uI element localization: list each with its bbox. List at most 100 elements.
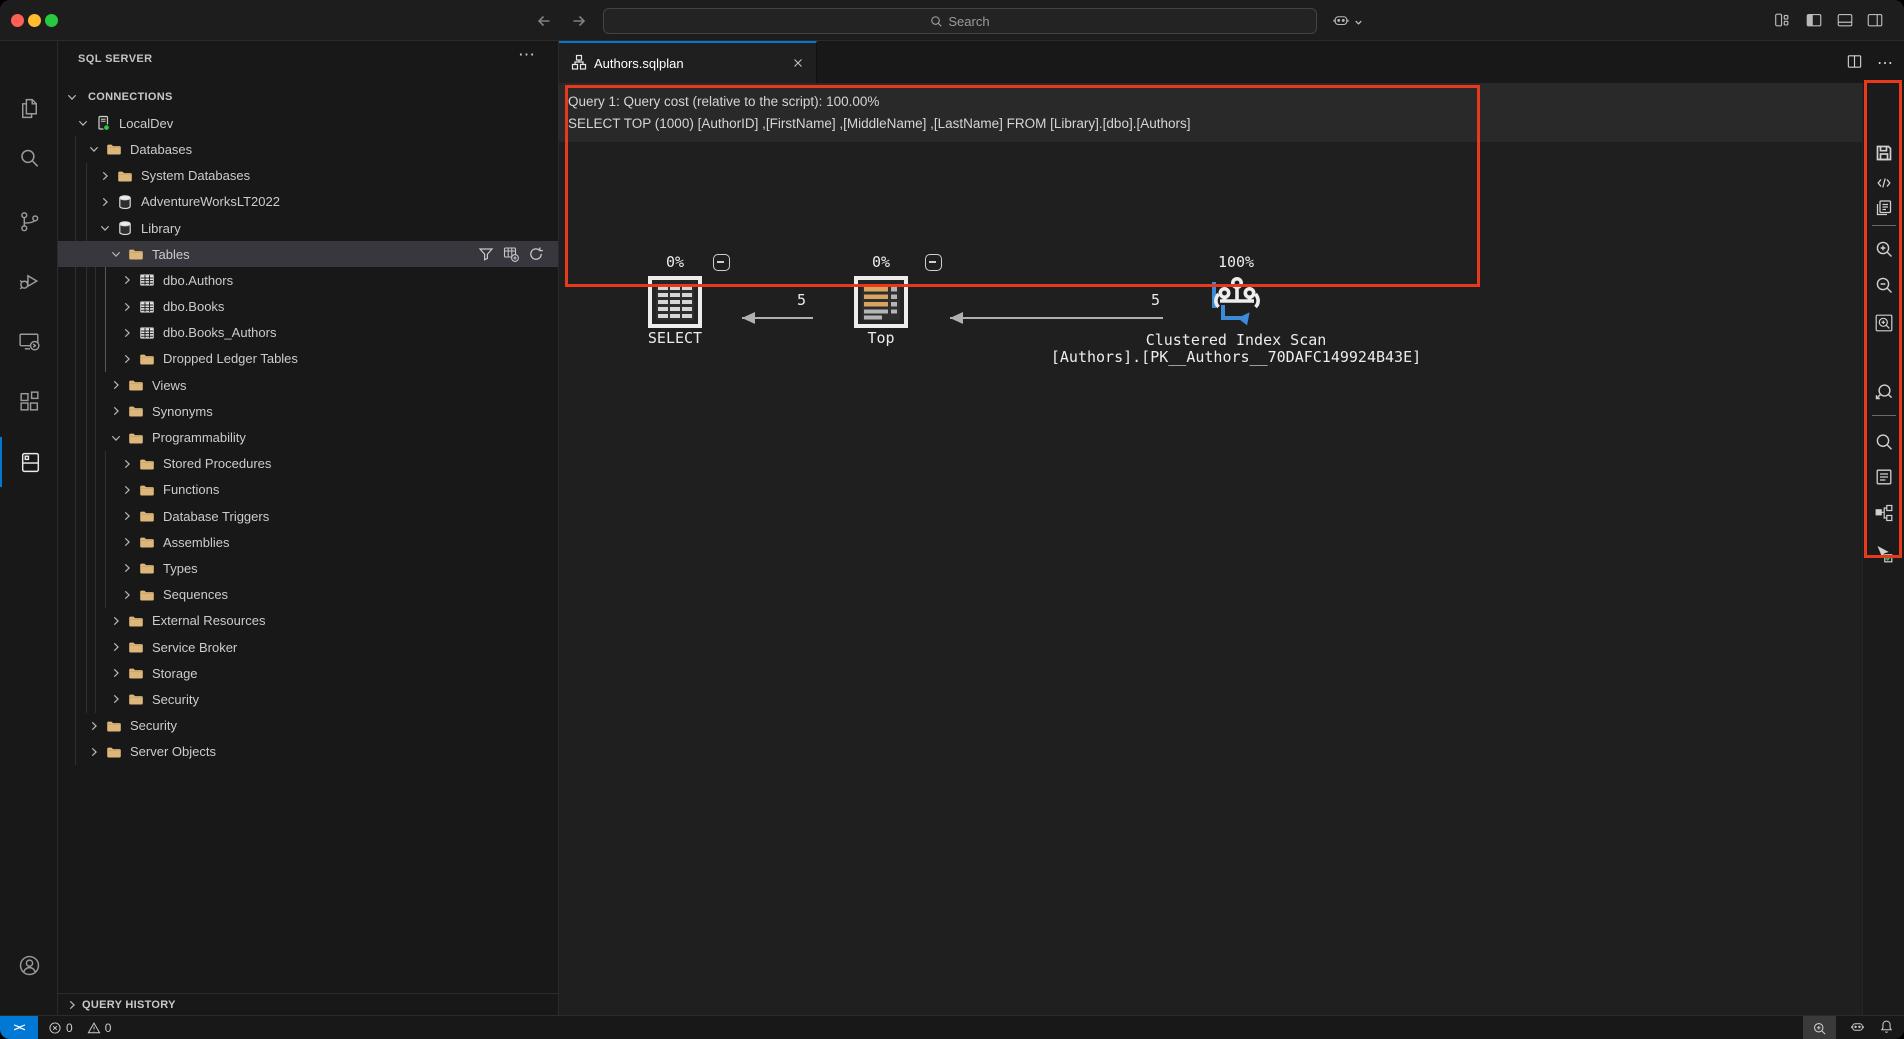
toggle-secondary-sidebar-icon[interactable] <box>1866 11 1884 29</box>
problems-status[interactable]: 0 0 <box>48 1016 111 1039</box>
table-icon <box>139 272 155 288</box>
tree-item-label: Security <box>130 718 177 734</box>
chevron-right-icon <box>119 272 135 288</box>
chevron-right-icon <box>86 744 102 760</box>
new-table-icon[interactable] <box>503 246 519 263</box>
top-operator-icon[interactable] <box>854 276 908 328</box>
query-cost-line: Query 1: Query cost (relative to the scr… <box>568 94 880 109</box>
notifications-bell-icon[interactable] <box>1879 1019 1894 1037</box>
highlight-expensive-operation-icon[interactable] <box>1874 503 1894 523</box>
sql-server-sidebar: SQL SERVER ⋯ CONNECTIONS LocalDev Database… <box>58 41 559 1015</box>
remote-indicator[interactable]: >< <box>0 1016 38 1039</box>
query-history-section[interactable]: QUERY HISTORY <box>58 993 558 1015</box>
activity-bar: ⚙ <box>0 41 58 1037</box>
collapse-node-button[interactable] <box>925 254 942 271</box>
open-plan-file-icon[interactable] <box>1874 198 1894 218</box>
query-history-label: QUERY HISTORY <box>82 998 176 1011</box>
tree-item-security[interactable]: Security <box>58 713 558 739</box>
tree-item-connections[interactable]: CONNECTIONS <box>58 84 558 110</box>
tree-item-adventureworkslt2022[interactable]: AdventureWorksLT2022 <box>58 189 558 215</box>
sidebar-item-extensions[interactable] <box>0 376 58 426</box>
back-icon[interactable] <box>534 11 554 31</box>
tree-item-dbo-books[interactable]: dbo.Books <box>58 294 558 320</box>
status-bar: >< 0 0 <box>0 1015 1904 1039</box>
properties-icon[interactable] <box>1874 467 1894 487</box>
status-zoom-icon[interactable] <box>1803 1016 1836 1039</box>
sidebar-item-explorer[interactable] <box>0 83 58 133</box>
query-text-line: SELECT TOP (1000) [AuthorID] ,[FirstName… <box>568 116 1191 131</box>
copilot-icon[interactable] <box>1332 11 1350 29</box>
tree-item-system-databases[interactable]: System Databases <box>58 163 558 189</box>
tree-item-programmability[interactable]: Programmability <box>58 424 558 450</box>
show-xml-icon[interactable] <box>1874 173 1894 193</box>
tree-item-assemblies[interactable]: Assemblies <box>58 529 558 555</box>
toggle-tooltip-icon[interactable] <box>1874 544 1894 564</box>
tree-item-external-resources[interactable]: External Resources <box>58 608 558 634</box>
sidebar-item-run-debug[interactable] <box>0 255 58 305</box>
zoom-to-fit-icon[interactable] <box>1874 313 1894 333</box>
tree-item-synonyms[interactable]: Synonyms <box>58 398 558 424</box>
tree-item-storage[interactable]: Storage <box>58 660 558 686</box>
close-icon[interactable] <box>790 55 806 71</box>
editor-more-actions-icon[interactable]: ⋯ <box>1877 56 1894 72</box>
accounts-button[interactable] <box>0 940 58 990</box>
query-plan-canvas[interactable]: 0% SELECT 5 0% Top 5 100% Clustered Inde… <box>559 142 1862 1015</box>
forward-icon[interactable] <box>569 11 589 31</box>
sidebar-item-remote-explorer[interactable] <box>0 316 58 366</box>
tree-item-security[interactable]: Security <box>58 686 558 712</box>
tree-item-service-broker[interactable]: Service Broker <box>58 634 558 660</box>
node-sublabel: [Authors].[PK__Authors__70DAFC149924B43E… <box>1050 348 1422 366</box>
tree-item-dbo-books-authors[interactable]: dbo.Books_Authors <box>58 320 558 346</box>
maximize-window-button[interactable] <box>45 14 58 27</box>
tree-item-localdev[interactable]: LocalDev <box>58 110 558 136</box>
tree-item-label: Tables <box>152 246 190 262</box>
chevron-right-icon <box>119 325 135 341</box>
plan-edge[interactable] <box>742 312 813 324</box>
tree-item-types[interactable]: Types <box>58 555 558 581</box>
sidebar-item-search[interactable] <box>0 133 58 183</box>
tab-authors-sqlplan[interactable]: Authors.sqlplan <box>559 41 817 83</box>
minimize-window-button[interactable] <box>28 14 41 27</box>
zoom-out-icon[interactable] <box>1874 275 1894 295</box>
save-plan-icon[interactable] <box>1874 143 1894 163</box>
search-icon <box>931 15 943 27</box>
close-window-button[interactable] <box>11 14 24 27</box>
status-copilot-icon[interactable] <box>1850 1019 1865 1037</box>
warning-icon <box>87 1022 101 1034</box>
sidebar-item-sql-server[interactable] <box>0 437 58 487</box>
tree-item-functions[interactable]: Functions <box>58 477 558 503</box>
chevron-down-icon <box>75 115 91 131</box>
refresh-icon[interactable] <box>528 246 544 262</box>
result-grid-icon[interactable] <box>648 276 702 328</box>
tree-item-database-triggers[interactable]: Database Triggers <box>58 503 558 529</box>
filter-icon[interactable] <box>478 246 494 262</box>
sidebar-item-source-control[interactable] <box>0 196 58 246</box>
tree-item-stored-procedures[interactable]: Stored Procedures <box>58 451 558 477</box>
plan-edge[interactable] <box>950 312 1163 324</box>
tree-item-databases[interactable]: Databases <box>58 136 558 162</box>
tree-item-dropped-ledger-tables[interactable]: Dropped Ledger Tables <box>58 346 558 372</box>
toggle-primary-sidebar-icon[interactable] <box>1805 11 1823 29</box>
tree-item-views[interactable]: Views <box>58 372 558 398</box>
tree-item-library[interactable]: Library <box>58 215 558 241</box>
split-editor-icon[interactable] <box>1846 53 1863 75</box>
tree-item-sequences[interactable]: Sequences <box>58 582 558 608</box>
clustered-index-scan-icon[interactable] <box>1210 274 1262 328</box>
toggle-panel-icon[interactable] <box>1836 11 1854 29</box>
collapse-node-button[interactable] <box>713 254 730 271</box>
search-input[interactable]: Search <box>603 8 1317 34</box>
tree-item-tables[interactable]: Tables <box>58 241 558 268</box>
query-plan-icon <box>571 54 587 73</box>
more-actions-icon[interactable]: ⋯ <box>518 45 536 65</box>
tree-item-server-objects[interactable]: Server Objects <box>58 739 558 765</box>
customize-layout-icon[interactable] <box>1773 11 1791 29</box>
find-node-icon[interactable] <box>1874 432 1894 452</box>
custom-zoom-icon[interactable] <box>1874 382 1894 402</box>
folder-icon <box>139 456 155 472</box>
node-label: Clustered Index Scan <box>1145 331 1327 349</box>
zoom-in-icon[interactable] <box>1874 239 1894 259</box>
inline-actions <box>478 241 544 267</box>
tree-item-label: Synonyms <box>152 403 213 419</box>
tree-item-dbo-authors[interactable]: dbo.Authors <box>58 267 558 293</box>
chevron-down-icon[interactable] <box>1353 15 1371 33</box>
